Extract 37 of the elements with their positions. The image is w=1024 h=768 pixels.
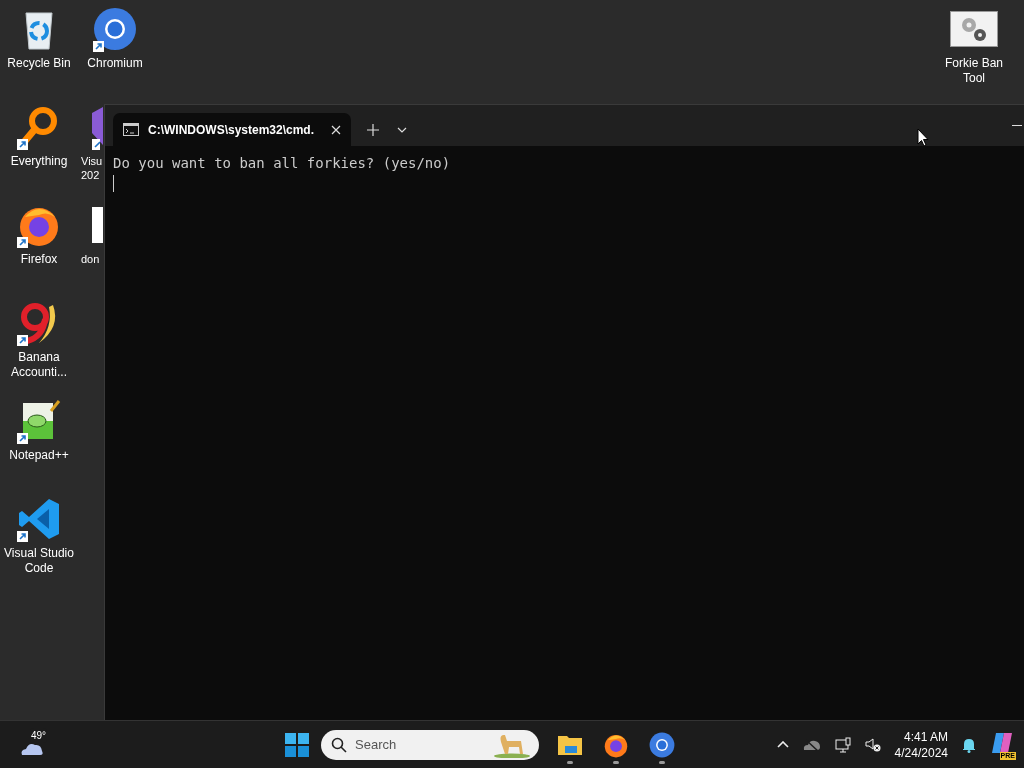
copilot-icon[interactable] (990, 731, 1014, 754)
cloud-icon[interactable] (20, 741, 44, 756)
gears-window-icon (950, 11, 998, 47)
speaker-muted-icon[interactable] (864, 737, 881, 752)
mouse-pointer-icon (917, 128, 929, 147)
search-icon (331, 736, 347, 753)
search-field[interactable]: Search (321, 729, 539, 760)
network-icon[interactable] (834, 736, 851, 753)
vscode-icon (17, 497, 61, 541)
bell-icon[interactable] (962, 736, 976, 753)
chevron-up-icon[interactable] (776, 741, 789, 748)
text-cursor (113, 175, 114, 192)
desktop-icon-label[interactable]: Recycle Bin (7, 56, 71, 71)
desktop-icon-label[interactable]: Banana Accounti... (1, 350, 77, 380)
terminal-output-line: Do you want to ban all forkies? (yes/no) (113, 154, 451, 173)
clock-date[interactable]: 4/24/2024 (894, 744, 948, 761)
new-tab-icon[interactable] (367, 123, 379, 136)
close-icon[interactable] (331, 124, 341, 135)
clock-time[interactable]: 4:41 AM (903, 728, 948, 745)
desktop-icon-label[interactable]: Forkie Ban Tool (936, 56, 1012, 86)
chromium-icon (93, 7, 137, 51)
desktop-icon-label[interactable]: don (81, 252, 103, 266)
desktop-icon-label[interactable]: Firefox (20, 252, 58, 267)
terminal-tab[interactable]: C:\WINDOWS\system32\cmd. (113, 113, 351, 146)
tab-title: C:\WINDOWS\system32\cmd. (148, 121, 315, 139)
chromium-icon[interactable] (649, 731, 675, 758)
desktop-icon-label[interactable]: Everything (10, 154, 68, 169)
console-icon (123, 123, 139, 136)
desktop-icon-label[interactable]: Notepad++ (9, 448, 69, 463)
desktop-icon-label[interactable]: Visu 202 (81, 154, 103, 182)
search-input[interactable]: Search (355, 734, 485, 755)
dropdown-chevron-icon[interactable] (397, 126, 407, 133)
desktop-icon-label[interactable]: Chromium (87, 56, 143, 71)
minimize-icon[interactable] (1012, 125, 1022, 127)
desktop-icon-label[interactable]: Visual Studio Code (1, 546, 77, 576)
windows-start-icon[interactable] (285, 732, 309, 757)
cloud-off-icon[interactable] (802, 738, 821, 751)
